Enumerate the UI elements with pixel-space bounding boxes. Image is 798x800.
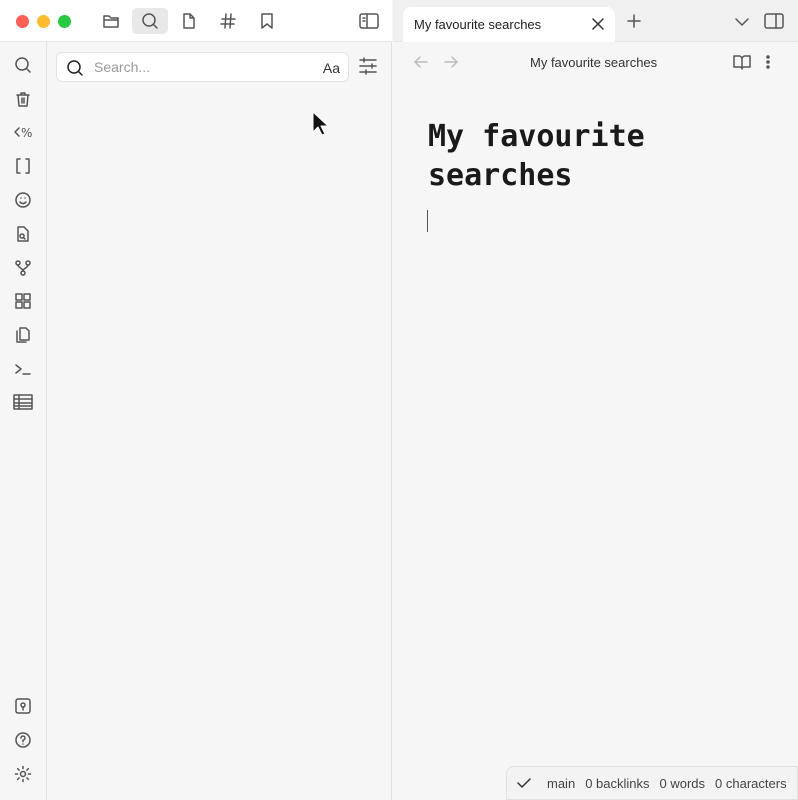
gear-icon: [14, 765, 32, 783]
ribbon-table-button[interactable]: [11, 390, 35, 414]
tab-title: My favourite searches: [414, 17, 542, 32]
tags-button[interactable]: [210, 8, 246, 34]
ribbon-brackets-button[interactable]: [11, 154, 35, 178]
file-icon: [183, 13, 195, 29]
search-settings-button[interactable]: [358, 56, 378, 81]
ribbon-emoji-button[interactable]: [11, 188, 35, 212]
file-search-icon: [17, 226, 29, 242]
ribbon-search-button[interactable]: [11, 53, 35, 77]
vault-icon: [15, 698, 31, 714]
brackets-icon: [16, 158, 30, 174]
template-icon: %: [14, 126, 32, 140]
bookmarks-button[interactable]: [249, 8, 285, 34]
search-icon: [15, 57, 31, 73]
mouse-pointer-icon: [312, 111, 328, 136]
tab-bar: My favourite searches: [393, 0, 798, 43]
match-case-toggle[interactable]: Aa: [323, 60, 340, 76]
smile-icon: [15, 192, 31, 208]
ribbon-canvas-button[interactable]: [11, 289, 35, 313]
bookmark-icon: [261, 13, 273, 29]
git-branch[interactable]: main: [547, 776, 575, 791]
search-panel: Aa: [47, 42, 392, 800]
search-icon: [142, 13, 158, 29]
ribbon-terminal-button[interactable]: [11, 357, 35, 381]
backlinks-count[interactable]: 0 backlinks: [585, 776, 649, 791]
character-count: 0 characters: [715, 775, 787, 791]
search-icon: [67, 60, 83, 76]
terminal-icon: [15, 364, 31, 375]
zoom-window-button[interactable]: [58, 15, 71, 28]
tab-my-favourite-searches[interactable]: My favourite searches: [403, 7, 615, 43]
reading-view-icon[interactable]: [733, 54, 751, 70]
sidebar-right-icon[interactable]: [764, 12, 784, 30]
title-bar: [0, 0, 392, 42]
sliders-icon: [359, 57, 377, 75]
minimize-window-button[interactable]: [37, 15, 50, 28]
toggle-left-sidebar-button[interactable]: [351, 8, 387, 34]
file-explorer-button[interactable]: [93, 8, 129, 34]
layout-grid-icon: [15, 293, 31, 309]
ribbon-copy-button[interactable]: [11, 323, 35, 347]
ribbon-file-search-button[interactable]: [11, 222, 35, 246]
chevron-down-icon[interactable]: [735, 17, 749, 27]
view-header-title[interactable]: My favourite searches: [530, 55, 657, 70]
editor-pane: My favourite searches My favourite searc…: [393, 42, 798, 800]
sidebar-left-icon: [359, 13, 379, 29]
search-box: Aa: [56, 52, 349, 82]
folder-icon: [103, 15, 119, 28]
ribbon-templater-button[interactable]: %: [11, 120, 35, 144]
check-icon[interactable]: [517, 777, 531, 789]
status-bar: main 0 backlinks 0 words 0 characters: [506, 766, 798, 800]
new-tab-icon[interactable]: [627, 14, 641, 28]
svg-text:%: %: [21, 126, 32, 140]
close-icon[interactable]: [592, 18, 604, 30]
ribbon: %: [0, 42, 47, 800]
settings-button[interactable]: [11, 762, 35, 786]
search-input[interactable]: [94, 59, 294, 75]
search-tab-button[interactable]: [132, 8, 168, 34]
note-button[interactable]: [171, 8, 207, 34]
table-icon: [13, 394, 33, 410]
forward-arrow-icon[interactable]: [443, 55, 459, 69]
close-window-button[interactable]: [16, 15, 29, 28]
trash-icon: [16, 92, 30, 107]
ribbon-graph-button[interactable]: [11, 256, 35, 280]
git-fork-icon: [15, 260, 31, 276]
help-button[interactable]: [11, 728, 35, 752]
note-title[interactable]: My favourite searches: [428, 117, 728, 195]
help-icon: [15, 732, 31, 748]
vault-switcher-button[interactable]: [11, 694, 35, 718]
files-icon: [16, 327, 30, 343]
word-count: 0 words: [659, 775, 706, 791]
more-options-icon[interactable]: [765, 54, 771, 70]
ribbon-trash-button[interactable]: [11, 87, 35, 111]
text-cursor: [427, 210, 428, 232]
hash-icon: [220, 13, 236, 29]
back-arrow-icon[interactable]: [413, 55, 429, 69]
